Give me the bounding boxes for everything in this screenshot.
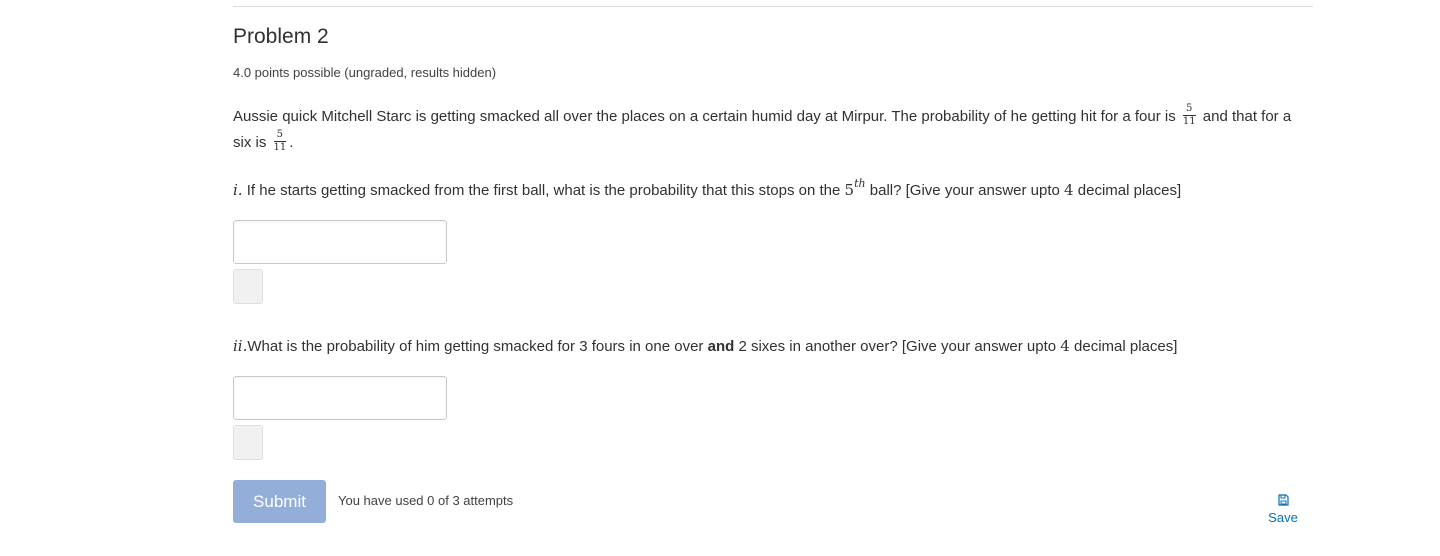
answer-2-input[interactable] [233,376,447,420]
question-2-decimals: 4 [1060,337,1070,355]
question-1-decimals: 4 [1064,181,1074,199]
answer-1-input[interactable] [233,220,447,264]
problem-statement: Aussie quick Mitchell Starc is getting s… [233,103,1308,156]
fraction-four-denominator: 11 [1182,115,1196,127]
fraction-six: 5 11 [273,129,287,153]
fraction-six-denominator: 11 [273,141,287,153]
attempts-counter: You have used 0 of 3 attempts [338,493,514,508]
fraction-six-numerator: 5 [273,129,287,142]
question-1-label: i. [233,181,243,199]
question-2-text-a: What is the probability of him getting s… [247,338,708,355]
save-button[interactable]: Save [1262,494,1304,525]
points-info: 4.0 points possible (ungraded, results h… [233,65,497,80]
fraction-four-numerator: 5 [1182,103,1196,116]
question-2-label: ii. [233,337,248,355]
question-1-text-b: ball? [Give your answer upto [865,182,1065,199]
problem-title: Problem 2 [233,25,329,48]
answer-2-status-indicator [233,425,263,460]
question-2-bold-word: and [707,338,735,355]
divider [233,6,1313,7]
question-1-ordinal-suffix: th [854,177,866,190]
question-1-ordinal-number: 5 [844,181,855,199]
question-2-text-b: 2 sixes in another over? [Give your answ… [734,338,1061,355]
question-1-ordinal: 5th [844,178,866,199]
problem-page: Problem 2 4.0 points possible (ungraded,… [0,0,1440,556]
statement-text-3: . [289,134,294,151]
question-1-text-a: If he starts getting smacked from the fi… [242,182,845,199]
question-1-text: i. If he starts getting smacked from the… [233,178,1182,202]
floppy-disk-icon [1277,494,1289,506]
question-1-text-c: decimal places] [1073,182,1182,199]
question-2-text: ii.What is the probability of him gettin… [233,335,1177,358]
question-2-text-c: decimal places] [1069,338,1178,355]
submit-button[interactable]: Submit [233,480,326,523]
fraction-four: 5 11 [1182,103,1196,127]
statement-text-1: Aussie quick Mitchell Starc is getting s… [233,108,1180,125]
save-label: Save [1268,510,1298,525]
answer-1-status-indicator [233,269,263,304]
